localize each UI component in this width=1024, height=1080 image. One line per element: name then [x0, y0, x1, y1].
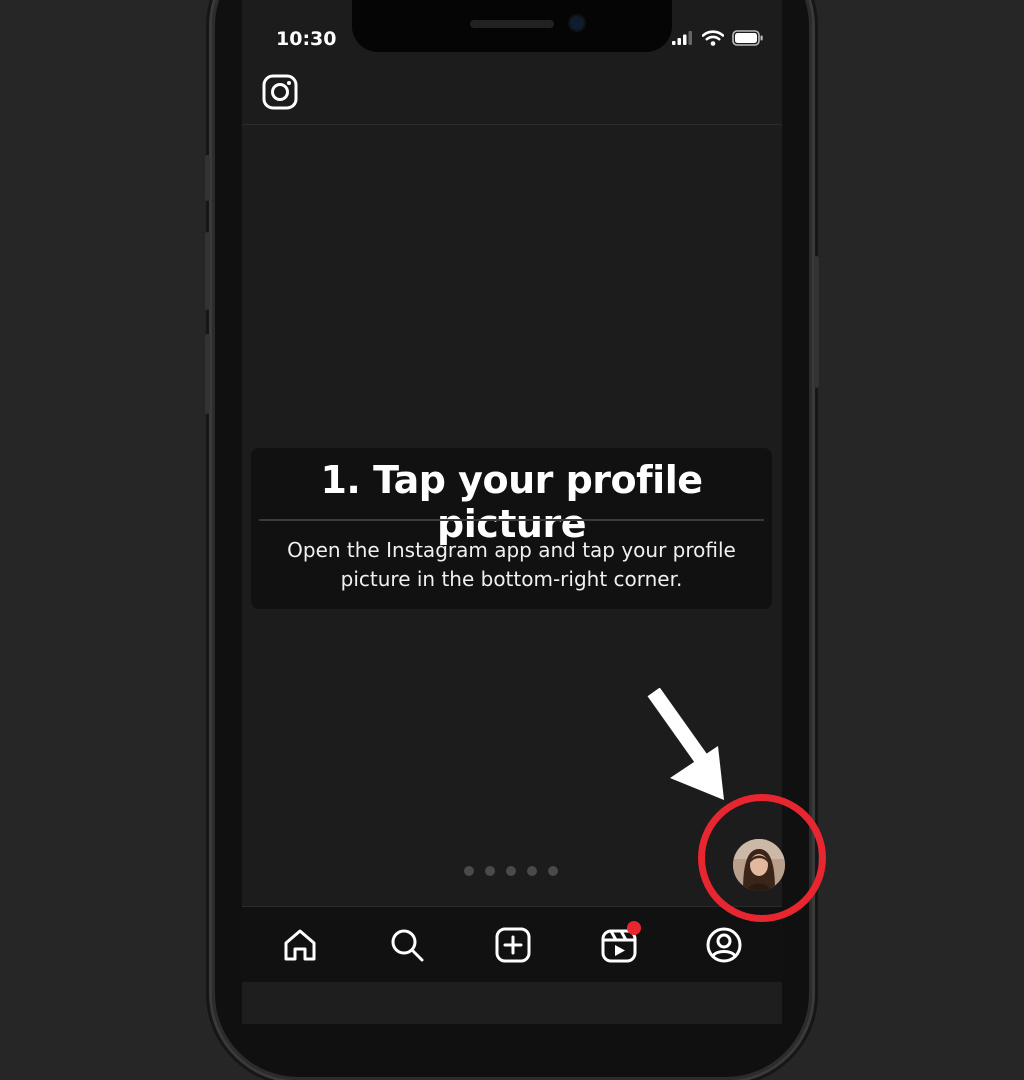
- power-button: [814, 256, 819, 388]
- page-indicator: [464, 866, 558, 876]
- instruction-title: 1. Tap your profile picture: [320, 458, 703, 546]
- pointer-arrow-icon: [647, 688, 724, 800]
- instagram-logo-icon[interactable]: [262, 74, 298, 110]
- status-icons: [672, 30, 764, 46]
- volume-down-button: [205, 334, 210, 414]
- front-camera: [570, 16, 584, 30]
- notch: [352, 0, 672, 52]
- cellular-signal-icon: [672, 31, 692, 45]
- battery-icon: [732, 30, 763, 46]
- home-indicator-area: [242, 982, 782, 1024]
- volume-up-button: [205, 232, 210, 310]
- page-dot[interactable]: [548, 866, 558, 876]
- mute-switch: [205, 155, 210, 201]
- page-dot[interactable]: [527, 866, 537, 876]
- add-post-icon[interactable]: [493, 925, 533, 965]
- bottom-navigation-bar: [242, 906, 782, 983]
- page-dot[interactable]: [485, 866, 495, 876]
- highlight-circle: [698, 794, 826, 922]
- earpiece-speaker: [470, 20, 554, 28]
- instruction-card: 1. Tap your profile picture Open the Ins…: [251, 448, 772, 609]
- page-dot[interactable]: [464, 866, 474, 876]
- search-icon[interactable]: [387, 925, 427, 965]
- profile-icon[interactable]: [704, 925, 744, 965]
- wifi-icon: [702, 30, 724, 46]
- app-top-bar: [242, 60, 782, 125]
- instruction-body: Open the Instagram app and tap your prof…: [287, 538, 736, 591]
- card-divider: [259, 519, 764, 521]
- page-dot[interactable]: [506, 866, 516, 876]
- home-icon[interactable]: [280, 925, 320, 965]
- status-time: 10:30: [276, 28, 337, 50]
- reels-notification-dot: [627, 921, 641, 935]
